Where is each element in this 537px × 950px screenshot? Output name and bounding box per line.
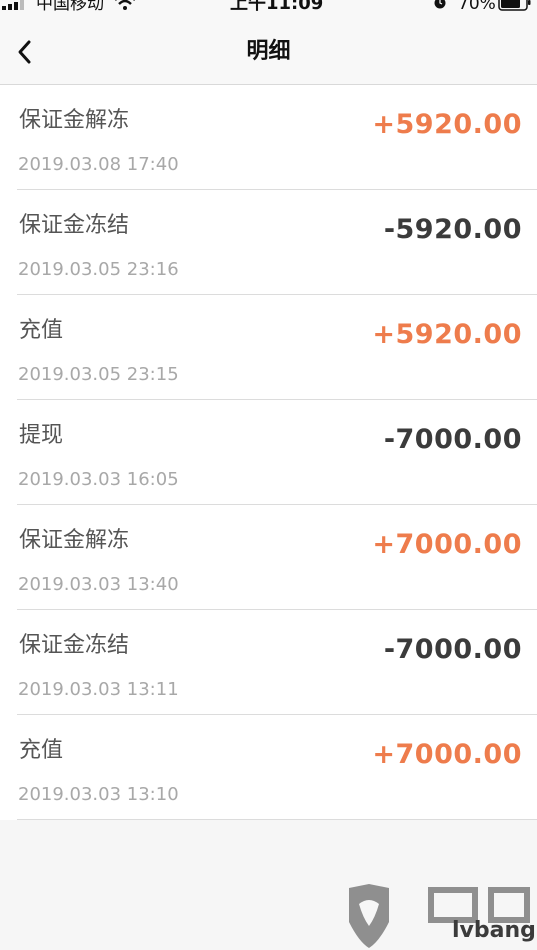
- battery-icon: [498, 0, 531, 11]
- transaction-title: 保证金解冻: [19, 528, 130, 553]
- transaction-title: 保证金冻结: [19, 633, 130, 658]
- transaction-row[interactable]: 充值 2019.03.05 23:15 +5920.00: [17, 295, 537, 400]
- transaction-time: 2019.03.03 13:10: [18, 784, 179, 805]
- watermark-text: lvbang: [452, 918, 536, 943]
- navigation-bar: 明细: [0, 22, 537, 85]
- transaction-row[interactable]: 充值 2019.03.03 13:10 +7000.00: [17, 715, 537, 820]
- transaction-title: 充值: [19, 318, 64, 343]
- transaction-time: 2019.03.08 17:40: [18, 154, 179, 175]
- transaction-row[interactable]: 提现 2019.03.03 16:05 -7000.00: [17, 400, 537, 505]
- transaction-time: 2019.03.03 13:11: [18, 679, 179, 700]
- transaction-amount: +7000.00: [372, 739, 522, 770]
- transaction-title: 充值: [19, 738, 64, 763]
- transaction-time: 2019.03.05 23:16: [18, 259, 179, 280]
- wifi-icon: [115, 0, 135, 10]
- transaction-row[interactable]: 保证金解冻 2019.03.08 17:40 +5920.00: [17, 85, 537, 190]
- page-title: 明细: [246, 39, 291, 64]
- transaction-amount: +7000.00: [372, 529, 522, 560]
- transaction-time: 2019.03.03 13:40: [18, 574, 179, 595]
- transaction-amount: -5920.00: [383, 214, 522, 245]
- transaction-row[interactable]: 保证金冻结 2019.03.05 23:16 -5920.00: [17, 190, 537, 295]
- transaction-amount: -7000.00: [383, 634, 522, 665]
- transaction-list: 保证金解冻 2019.03.08 17:40 +5920.00 保证金冻结 2019.0…: [0, 85, 537, 820]
- transaction-title: 保证金冻结: [19, 213, 130, 238]
- details-page: 中国移动 上午11:09 70% 明细 保证金解冻 2019.03.08 17:4…: [0, 0, 537, 950]
- transaction-time: 2019.03.03 16:05: [18, 469, 179, 490]
- transaction-amount: -7000.00: [383, 424, 522, 455]
- clock-time: 上午11:09: [230, 0, 324, 14]
- signal-icon: [2, 0, 24, 10]
- transaction-amount: +5920.00: [372, 109, 522, 140]
- status-bar: 中国移动 上午11:09 70%: [0, 0, 537, 22]
- transaction-row[interactable]: 保证金冻结 2019.03.03 13:11 -7000.00: [17, 610, 537, 715]
- transaction-amount: +5920.00: [372, 319, 522, 350]
- transaction-row[interactable]: 保证金解冻 2019.03.03 13:40 +7000.00: [17, 505, 537, 610]
- transaction-title: 保证金解冻: [19, 108, 130, 133]
- transaction-title: 提现: [19, 423, 64, 448]
- alarm-icon: [434, 0, 446, 9]
- transaction-time: 2019.03.05 23:15: [18, 364, 179, 385]
- carrier-label: 中国移动: [36, 0, 104, 14]
- battery-percentage: 70%: [458, 0, 496, 14]
